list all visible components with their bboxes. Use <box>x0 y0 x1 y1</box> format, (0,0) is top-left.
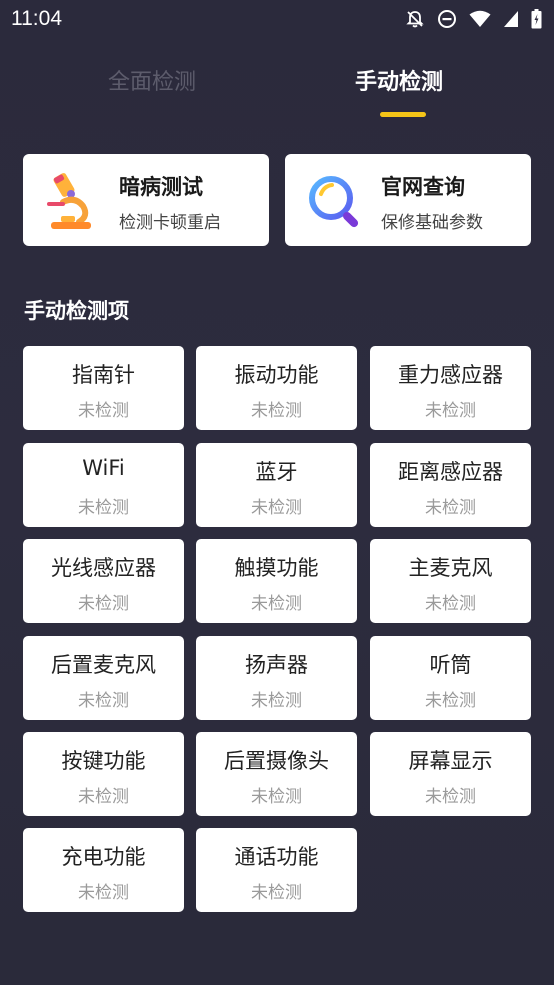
check-item-name: 通话功能 <box>234 845 319 869</box>
check-item-wifi[interactable]: WiFi 未检测 <box>23 443 184 527</box>
status-bar: 11:04 <box>0 0 554 40</box>
check-item-name: 主麦克风 <box>408 556 493 580</box>
check-item-status: 未检测 <box>425 498 476 518</box>
wifi-icon <box>469 10 491 28</box>
official-site-query-title: 官网查询 <box>381 175 465 199</box>
check-item-rear-microphone[interactable]: 后置麦克风 未检测 <box>23 636 184 720</box>
check-item-status: 未检测 <box>425 787 476 807</box>
check-item-status: 未检测 <box>251 401 302 421</box>
check-item-light-sensor[interactable]: 光线感应器 未检测 <box>23 539 184 623</box>
check-item-status: 未检测 <box>251 883 302 903</box>
battery-icon <box>531 9 542 29</box>
check-item-compass[interactable]: 指南针 未检测 <box>23 346 184 430</box>
official-site-query-subtitle: 保修基础参数 <box>381 213 483 233</box>
check-item-vibration[interactable]: 振动功能 未检测 <box>196 346 357 430</box>
status-icons <box>405 9 542 29</box>
check-item-status: 未检测 <box>78 691 129 711</box>
do-not-disturb-icon <box>437 9 457 29</box>
check-item-name: 重力感应器 <box>398 363 503 387</box>
check-item-name: 充电功能 <box>61 845 146 869</box>
check-item-name: 振动功能 <box>234 363 319 387</box>
official-site-query-card[interactable]: 官网查询 保修基础参数 <box>285 154 531 246</box>
check-item-name: 触摸功能 <box>234 556 319 580</box>
check-item-status: 未检测 <box>251 691 302 711</box>
check-item-name: 距离感应器 <box>398 460 503 484</box>
check-item-status: 未检测 <box>425 691 476 711</box>
check-item-name: 光线感应器 <box>51 556 156 580</box>
check-item-call[interactable]: 通话功能 未检测 <box>196 828 357 912</box>
check-item-status: 未检测 <box>425 401 476 421</box>
check-item-proximity-sensor[interactable]: 距离感应器 未检测 <box>370 443 531 527</box>
hidden-fault-test-card[interactable]: 暗病测试 检测卡顿重启 <box>23 154 269 246</box>
section-title: 手动检测项 <box>24 299 129 323</box>
check-item-screen-display[interactable]: 屏幕显示 未检测 <box>370 732 531 816</box>
tab-full-check[interactable]: 全面检测 <box>108 64 196 96</box>
check-item-name: 屏幕显示 <box>408 749 493 773</box>
check-item-status: 未检测 <box>78 883 129 903</box>
check-item-name: 扬声器 <box>245 653 308 677</box>
check-item-name: 后置摄像头 <box>224 749 329 773</box>
check-item-name: 后置麦克风 <box>51 653 156 677</box>
tab-manual-check[interactable]: 手动检测 <box>355 64 443 96</box>
check-item-status: 未检测 <box>425 594 476 614</box>
check-item-name: 听筒 <box>429 653 472 677</box>
check-item-bluetooth[interactable]: 蓝牙 未检测 <box>196 443 357 527</box>
status-time: 11:04 <box>11 7 62 30</box>
check-item-rear-camera[interactable]: 后置摄像头 未检测 <box>196 732 357 816</box>
magnifier-icon <box>307 170 361 232</box>
check-item-status: 未检测 <box>251 787 302 807</box>
check-item-name: 按键功能 <box>61 749 146 773</box>
check-item-speaker[interactable]: 扬声器 未检测 <box>196 636 357 720</box>
check-item-status: 未检测 <box>251 594 302 614</box>
check-item-buttons[interactable]: 按键功能 未检测 <box>23 732 184 816</box>
hidden-fault-test-title: 暗病测试 <box>119 175 203 199</box>
cell-signal-icon <box>503 10 519 28</box>
check-item-name: 指南针 <box>72 363 135 387</box>
check-item-earpiece[interactable]: 听筒 未检测 <box>370 636 531 720</box>
check-item-gravity-sensor[interactable]: 重力感应器 未检测 <box>370 346 531 430</box>
check-item-status: 未检测 <box>251 498 302 518</box>
check-item-status: 未检测 <box>78 787 129 807</box>
check-item-name: WiFi <box>82 456 125 480</box>
check-item-status: 未检测 <box>78 401 129 421</box>
hidden-fault-test-subtitle: 检测卡顿重启 <box>119 213 221 233</box>
notifications-off-icon <box>405 9 425 29</box>
check-item-charging[interactable]: 充电功能 未检测 <box>23 828 184 912</box>
tab-bar: 全面检测 手动检测 <box>0 60 554 120</box>
active-tab-indicator <box>380 112 426 117</box>
check-item-touch[interactable]: 触摸功能 未检测 <box>196 539 357 623</box>
check-item-main-microphone[interactable]: 主麦克风 未检测 <box>370 539 531 623</box>
microscope-icon <box>45 170 99 232</box>
check-item-status: 未检测 <box>78 594 129 614</box>
check-item-name: 蓝牙 <box>255 460 298 484</box>
check-item-status: 未检测 <box>78 498 129 518</box>
